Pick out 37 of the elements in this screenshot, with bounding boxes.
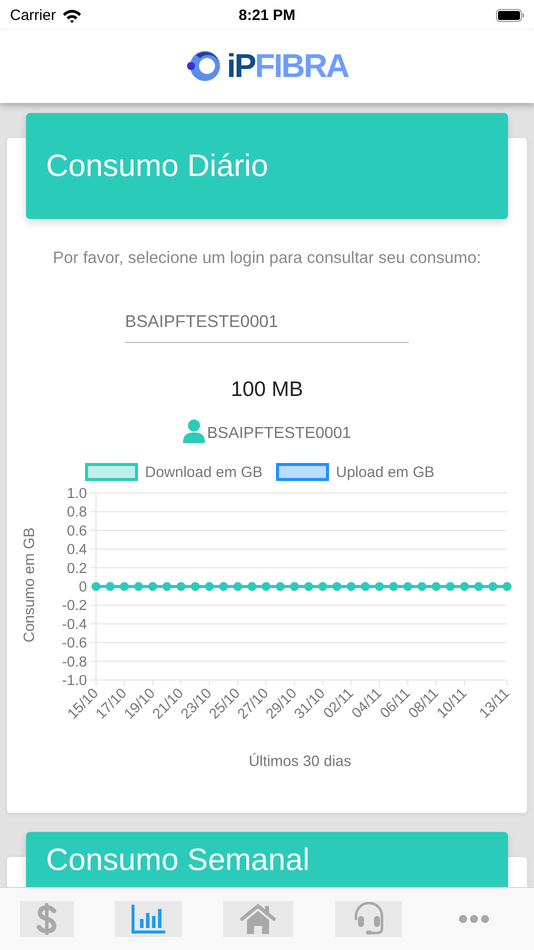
battery-icon [496,8,524,22]
card-title: Consumo Diário [46,148,268,184]
legend-swatch[interactable] [85,463,138,481]
total-usage: 100 MB [230,378,304,402]
tab-button[interactable] [223,901,293,937]
y-tick-label: -0.8 [62,654,87,670]
house-icon [240,904,276,934]
legend-label: Download em GB [145,464,263,481]
y-tick-label: 0 [78,580,87,596]
x-axis-title: Últimos 30 dias [248,753,352,770]
y-axis-title: Consumo em GB [21,527,38,643]
carrier-name: Carrier [10,6,56,24]
legend-label: Upload em GB [336,464,434,481]
status-time: 8:21 PM [238,6,296,24]
y-tick-label: 0.6 [66,523,87,540]
bar-chart-icon [131,904,166,934]
logo-icon [186,48,221,82]
user-name: BSAIPFTESTE0001 [206,425,352,443]
user-icon [182,419,205,443]
y-tick-label: 1.0 [66,486,87,502]
tab-button[interactable] [115,901,182,937]
more-icon [459,915,489,923]
y-tick-label: 0.2 [66,560,87,577]
y-tick-label: -0.2 [62,598,87,614]
wifi-icon [62,8,82,22]
headset-icon [352,902,384,936]
y-tick-label: -0.4 [62,616,87,633]
tab-button[interactable] [335,901,402,937]
y-tick-label: 0.8 [66,504,87,521]
prompt-text: Por favor, selecione um login para consultar seu consumo: [52,249,482,268]
legend-swatch[interactable] [276,463,329,481]
y-tick-label: -1.0 [62,673,87,689]
y-tick-label: 0.4 [66,542,87,558]
logo-text: iPFIBRA [226,48,348,84]
tab-button[interactable] [20,901,74,937]
card-title: Consumo Semanal [46,842,310,878]
y-tick-label: -0.6 [62,636,87,652]
